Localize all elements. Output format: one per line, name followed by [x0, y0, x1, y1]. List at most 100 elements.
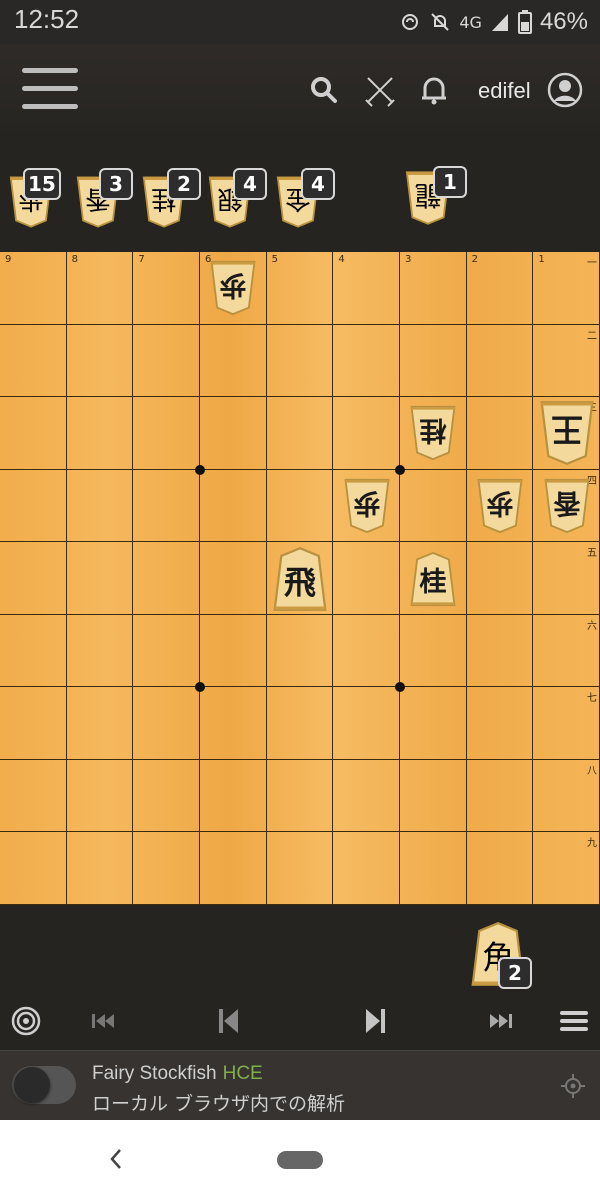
first-move-icon[interactable]: [86, 1003, 122, 1039]
board-square[interactable]: [66, 614, 134, 688]
board-square[interactable]: [266, 614, 334, 688]
piece-opponent-knight-3-3-glyph: 桂: [420, 414, 447, 445]
crossed-swords-icon[interactable]: [362, 72, 398, 108]
piece-player-knight-3-5[interactable]: 桂: [409, 551, 457, 607]
opponent-hand-knight[interactable]: 桂2: [142, 168, 201, 230]
next-move-icon[interactable]: [358, 1003, 394, 1039]
board-square[interactable]: [66, 832, 134, 905]
board-square[interactable]: [266, 469, 334, 543]
board-square[interactable]: [66, 397, 134, 470]
board-square[interactable]: [466, 397, 534, 470]
board-square[interactable]: [466, 542, 534, 615]
board-square[interactable]: [266, 759, 334, 833]
board-square[interactable]: [466, 687, 534, 760]
menu-lines-icon[interactable]: [556, 1003, 592, 1039]
board-square[interactable]: [133, 687, 200, 760]
piece-opponent-pawn-2-4[interactable]: 歩: [476, 478, 524, 534]
piece-opponent-pawn-4-4[interactable]: 歩: [343, 478, 391, 534]
board-square[interactable]: [466, 759, 534, 833]
board-square[interactable]: [66, 759, 134, 833]
board-square[interactable]: [200, 324, 267, 398]
player-hand-bishop[interactable]: 角2: [470, 921, 532, 989]
board-square[interactable]: [66, 469, 134, 543]
board-square[interactable]: [200, 469, 267, 543]
opponent-hand-promoted-rook[interactable]: 龍1: [405, 166, 467, 228]
board-square[interactable]: [466, 832, 534, 905]
rank-label: 二: [587, 330, 597, 342]
mute-icon: [431, 13, 450, 31]
piece-player-rook-5-5[interactable]: 飛: [271, 546, 329, 612]
engine-toggle[interactable]: [12, 1066, 76, 1104]
board-square[interactable]: [66, 687, 134, 760]
board-square[interactable]: [66, 542, 134, 615]
board-square[interactable]: [333, 759, 400, 833]
board-square[interactable]: [0, 687, 67, 760]
board-square[interactable]: [0, 614, 67, 688]
piece-opponent-pawn-6-1[interactable]: 歩: [209, 260, 257, 316]
last-move-icon[interactable]: [482, 1003, 518, 1039]
user-avatar-icon[interactable]: [547, 72, 583, 108]
board-square[interactable]: [466, 614, 534, 688]
board-square[interactable]: [133, 397, 200, 470]
board-square[interactable]: [266, 832, 334, 905]
board-square[interactable]: [0, 759, 67, 833]
board-square[interactable]: [133, 324, 200, 398]
home-pill[interactable]: [277, 1151, 323, 1169]
board-square[interactable]: [266, 324, 334, 398]
board-square[interactable]: [400, 759, 467, 833]
board-square[interactable]: [266, 397, 334, 470]
opponent-hand-pawn-count: 15: [23, 168, 61, 200]
menu-icon[interactable]: [22, 68, 78, 110]
board-square[interactable]: [400, 614, 467, 688]
status-bar: 12:52 4G 46%: [0, 0, 600, 44]
board-square[interactable]: [333, 687, 400, 760]
opponent-hand-silver[interactable]: 銀4: [208, 168, 267, 230]
crosshair-icon[interactable]: [560, 1073, 586, 1099]
board-square[interactable]: [400, 687, 467, 760]
opponent-hand-gold[interactable]: 金4: [276, 168, 335, 230]
board-square[interactable]: [266, 687, 334, 760]
username[interactable]: edifel: [478, 78, 531, 104]
board-square[interactable]: [400, 832, 467, 905]
piece-player-knight-3-5-shape: 桂: [410, 551, 456, 606]
board-square[interactable]: [200, 687, 267, 760]
opponent-hand-promoted-rook-count: 1: [433, 166, 467, 198]
back-arrow-icon[interactable]: [106, 1146, 126, 1172]
board-square[interactable]: [0, 397, 67, 470]
board-square[interactable]: [133, 469, 200, 543]
board-square[interactable]: [400, 469, 467, 543]
board-square[interactable]: [133, 832, 200, 905]
board-square[interactable]: [0, 324, 67, 398]
board-square[interactable]: [333, 397, 400, 470]
board-square[interactable]: [0, 832, 67, 905]
board-square[interactable]: [333, 542, 400, 615]
bell-icon[interactable]: [416, 72, 452, 108]
board-square[interactable]: [333, 614, 400, 688]
previous-move-icon[interactable]: [210, 1003, 246, 1039]
search-icon[interactable]: [306, 72, 342, 108]
opponent-hand-lance[interactable]: 香3: [76, 168, 133, 230]
board-square[interactable]: [400, 324, 467, 398]
board-square[interactable]: [200, 542, 267, 615]
opponent-hand-pawn[interactable]: 歩15: [9, 168, 61, 230]
board-square[interactable]: [0, 469, 67, 543]
status-icons: 4G 46%: [399, 6, 588, 38]
board-square[interactable]: [200, 397, 267, 470]
board-square[interactable]: [333, 324, 400, 398]
board-square[interactable]: [0, 542, 67, 615]
board-square[interactable]: [66, 324, 134, 398]
board-square[interactable]: [200, 614, 267, 688]
board-square[interactable]: [333, 832, 400, 905]
board-square[interactable]: [133, 759, 200, 833]
piece-opponent-lance-1-4[interactable]: 香: [543, 478, 591, 534]
piece-opponent-king-1-3[interactable]: 王: [538, 400, 596, 466]
board-square[interactable]: [133, 614, 200, 688]
board-square[interactable]: [466, 324, 534, 398]
app-header: edifel: [0, 44, 600, 140]
board-square[interactable]: [200, 759, 267, 833]
analysis-target-icon[interactable]: [8, 1003, 44, 1039]
piece-opponent-knight-3-3[interactable]: 桂: [409, 405, 457, 461]
board-square[interactable]: [200, 832, 267, 905]
shogi-board[interactable]: 987654321一二三四五六七八九歩桂王歩歩香飛桂: [0, 252, 600, 905]
board-square[interactable]: [133, 542, 200, 615]
